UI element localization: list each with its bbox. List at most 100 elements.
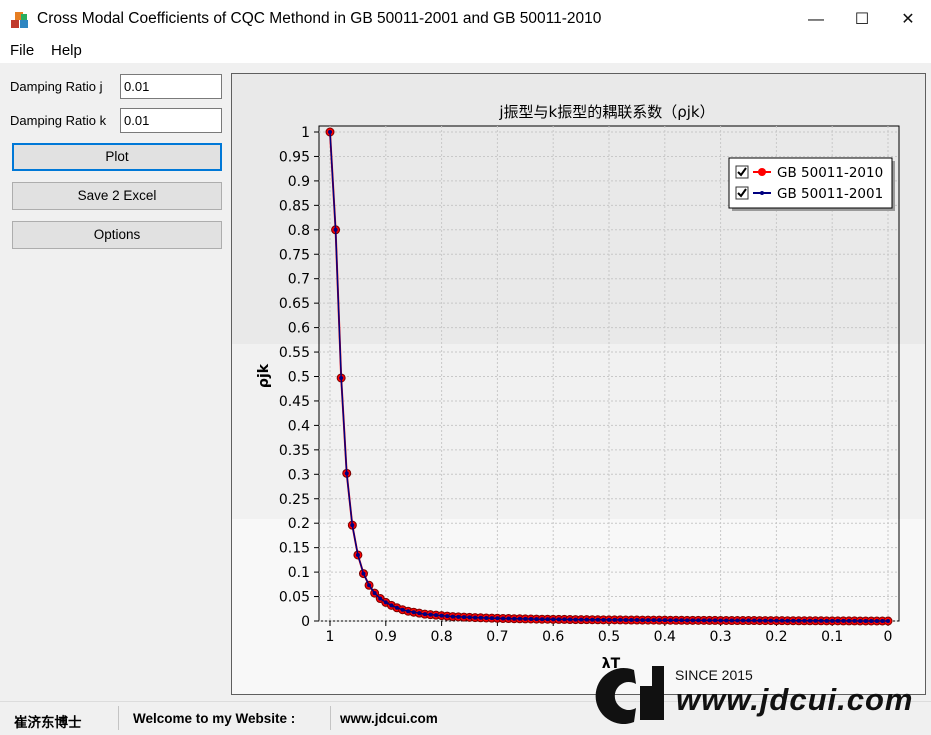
series-point-2001 [517, 616, 522, 621]
y-tick-label: 0.3 [288, 467, 310, 483]
series-point-2001 [562, 617, 567, 622]
x-tick-label: 0.7 [486, 629, 508, 645]
y-tick-label: 0.05 [279, 590, 310, 606]
y-tick-label: 0.4 [288, 418, 310, 434]
x-tick-label: 0.1 [821, 629, 843, 645]
series-point-2001 [506, 616, 511, 621]
series-point-2001 [378, 596, 383, 601]
series-point-2001 [735, 618, 740, 623]
chart-panel[interactable]: j振型与k振型的耦联系数（ρjk） 0 0.05 0.1 0.15 0.2 0.25 0.3… [231, 73, 926, 695]
series-point-2001 [394, 605, 399, 610]
watermark-url: www.jdcui.com [676, 682, 914, 717]
status-separator [330, 706, 331, 730]
series-point-2001 [668, 618, 673, 623]
series-point-2001 [846, 618, 851, 623]
series-point-2001 [400, 607, 405, 612]
x-tick-label: 0.3 [709, 629, 731, 645]
series-point-2001 [651, 618, 656, 623]
series-point-2001 [757, 618, 762, 623]
series-point-2001 [523, 616, 528, 621]
save-excel-button[interactable]: Save 2 Excel [12, 182, 222, 210]
series-point-2001 [724, 618, 729, 623]
series-point-2001 [830, 618, 835, 623]
y-tick-label: 0.95 [279, 149, 310, 165]
series-point-2001 [835, 618, 840, 623]
series-point-2001 [646, 618, 651, 623]
minimize-button[interactable]: — [793, 0, 839, 40]
y-tick-label: 0.75 [279, 247, 310, 263]
series-point-2001 [858, 618, 863, 623]
series-point-2001 [367, 583, 372, 588]
series-point-2001 [534, 617, 539, 622]
title-bar: Cross Modal Coefficients of CQC Methond … [0, 0, 931, 40]
legend-marker [758, 168, 766, 176]
chart-legend: GB 50011-2010 GB 50011-2001 [728, 157, 895, 211]
series-point-2001 [556, 617, 561, 622]
series-point-2001 [679, 618, 684, 623]
x-tick-label: 0 [884, 629, 893, 645]
series-point-2001 [406, 609, 411, 614]
series-point-2001 [768, 618, 773, 623]
y-tick-label: 0.55 [279, 345, 310, 361]
series-point-2001 [383, 600, 388, 605]
y-tick-label: 0.65 [279, 296, 310, 312]
series-point-2001 [595, 617, 600, 622]
series-point-2001 [841, 618, 846, 623]
series-point-2001 [618, 617, 623, 622]
series-point-2001 [607, 617, 611, 622]
damping-j-input[interactable]: 0.01 [120, 74, 222, 99]
y-tick-label: 0.5 [288, 370, 310, 386]
series-point-2001 [746, 618, 751, 623]
y-axis-label: ρjk [256, 363, 272, 388]
series-point-2001 [545, 617, 550, 622]
series-point-2001 [662, 618, 667, 623]
series-point-2001 [601, 617, 606, 622]
chart: j振型与k振型的耦联系数（ρjk） 0 0.05 0.1 0.15 0.2 0.25 0.3… [232, 74, 925, 694]
maximize-button[interactable]: ☐ [839, 0, 885, 40]
status-author: 崔济东博士 [14, 715, 82, 730]
series-point-2001 [467, 615, 472, 620]
series-point-2001 [350, 523, 355, 528]
app-icon [11, 12, 28, 28]
series-point-2001 [785, 618, 790, 623]
x-tick-label: 0.6 [542, 629, 564, 645]
y-tick-label: 0.8 [288, 223, 310, 239]
series-point-2001 [707, 618, 712, 623]
menu-help[interactable]: Help [51, 42, 82, 59]
series-point-2001 [640, 618, 645, 623]
series-point-2001 [484, 615, 489, 620]
series-point-2001 [752, 618, 757, 623]
damping-k-input[interactable]: 0.01 [120, 108, 222, 133]
y-tick-label: 1 [301, 125, 310, 141]
series-point-2001 [540, 617, 545, 622]
series-point-2001 [590, 617, 595, 622]
series-point-2001 [473, 615, 478, 620]
y-tick-label: 0.1 [288, 565, 310, 581]
series-point-2001 [629, 618, 634, 623]
series-point-2001 [372, 591, 377, 596]
series-point-2001 [422, 612, 427, 617]
series-point-2001 [701, 618, 706, 623]
series-point-2001 [791, 618, 796, 623]
menu-file[interactable]: File [10, 42, 34, 59]
y-tick-label: 0.15 [279, 541, 310, 557]
y-tick-label: 0.7 [288, 272, 310, 288]
series-point-2001 [807, 618, 812, 623]
series-point-2001 [779, 618, 784, 623]
series-point-2001 [328, 130, 332, 134]
close-button[interactable]: ✕ [885, 0, 931, 40]
series-point-2001 [623, 617, 628, 622]
series-point-2001 [657, 618, 662, 623]
series-point-2001 [579, 617, 584, 622]
chart-title: j振型与k振型的耦联系数（ρjk） [498, 103, 714, 121]
status-website[interactable]: www.jdcui.com [340, 711, 438, 726]
x-tick-label: 1 [326, 629, 335, 645]
series-point-2001 [869, 618, 874, 623]
series-point-2001 [584, 617, 589, 622]
series-point-2001 [445, 614, 450, 619]
series-point-2001 [567, 617, 572, 622]
plot-button[interactable]: Plot [12, 143, 222, 171]
series-point-2001 [355, 552, 360, 557]
y-tick-label: 0.6 [288, 321, 310, 337]
options-button[interactable]: Options [12, 221, 222, 249]
